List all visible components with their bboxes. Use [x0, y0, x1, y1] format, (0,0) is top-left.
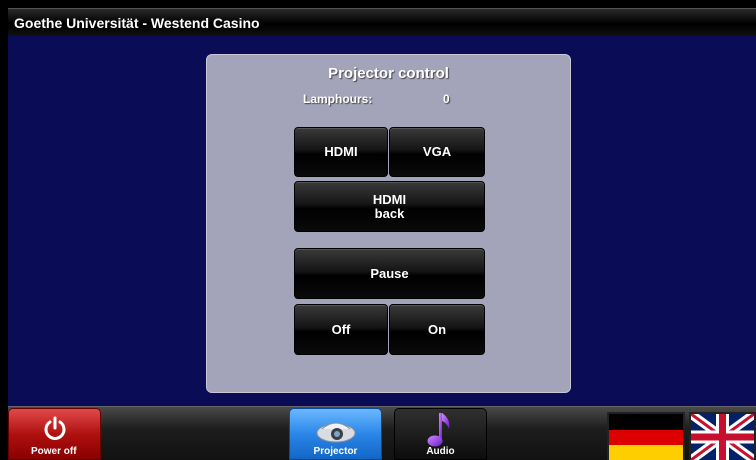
audio-tab-label: Audio [426, 446, 455, 457]
panel-title: Projector control [328, 65, 449, 82]
projector-icon [316, 422, 356, 443]
window-title: Goethe Universität - Westend Casino [14, 15, 260, 31]
on-button-label: On [427, 321, 447, 337]
tab-projector[interactable]: Projector [289, 408, 382, 460]
german-flag-icon [609, 414, 683, 460]
power-icon [44, 416, 66, 440]
lamphours-label: Lamphours: [303, 92, 373, 106]
hdmi-back-button[interactable]: HDMI back [294, 181, 485, 232]
hdmi-button[interactable]: HDMI [294, 127, 388, 177]
english-language-button[interactable] [689, 412, 756, 460]
pause-button[interactable]: Pause [294, 248, 485, 299]
hdmi-back-label-line1: HDMI [372, 191, 407, 207]
german-language-button[interactable] [607, 412, 685, 460]
projector-control-panel: Projector control Lamphours: 0 HDMI VGA … [206, 54, 571, 393]
hdmi-back-label-line2: back [374, 205, 405, 221]
on-button[interactable]: On [389, 304, 485, 355]
off-button-label: Off [331, 321, 351, 337]
vga-button[interactable]: VGA [389, 127, 485, 177]
off-button[interactable]: Off [294, 304, 388, 355]
tab-audio[interactable]: Audio [394, 408, 487, 460]
uk-flag-icon [691, 414, 754, 460]
hdmi-button-label: HDMI [324, 144, 358, 159]
lamphours-value: 0 [443, 92, 450, 106]
pause-button-label: Pause [370, 265, 409, 281]
music-note-icon [427, 413, 450, 447]
title-bar: Goethe Universität - Westend Casino [8, 8, 756, 36]
projector-tab-label: Projector [313, 446, 358, 457]
power-off-label: Power off [31, 446, 77, 457]
power-off-button[interactable]: Power off [8, 408, 101, 460]
vga-button-label: VGA [422, 144, 452, 159]
